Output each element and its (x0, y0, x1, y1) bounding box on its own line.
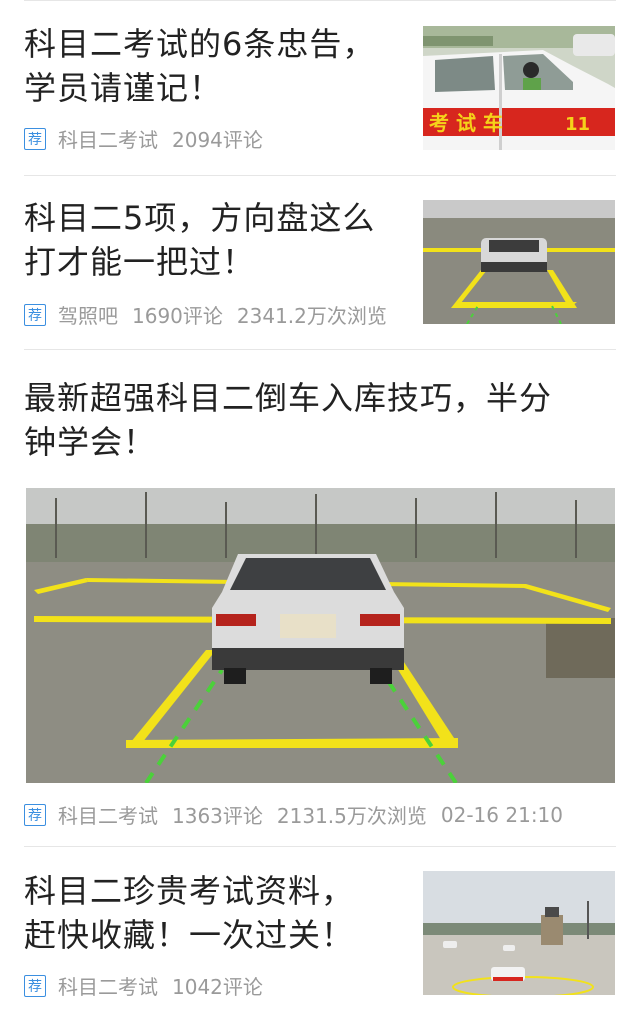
article-title[interactable]: 最新超强科目二倒车入库技巧，半分 钟学会！ (24, 376, 552, 464)
comment-count: 2094评论 (172, 128, 263, 152)
article-meta: 荐 驾照吧 1690评论 2341.2万次浏览 (24, 300, 401, 329)
article-source: 科目二考试 (58, 804, 158, 828)
comment-count: 1042评论 (172, 975, 263, 999)
recommend-tag: 荐 (24, 803, 46, 826)
comment-count: 1363评论 (172, 804, 263, 828)
view-count: 2131.5万次浏览 (276, 804, 427, 828)
recommend-tag: 荐 (24, 303, 46, 326)
recommend-tag: 荐 (24, 127, 46, 150)
article-title[interactable]: 科目二珍贵考试资料， 赶快收藏！一次过关！ (24, 869, 354, 957)
article-title[interactable]: 科目二5项，方向盘这么 打才能一把过！ (24, 196, 375, 284)
view-count: 2341.2万次浏览 (236, 304, 387, 328)
article-source: 驾照吧 (58, 304, 118, 328)
article-source: 科目二考试 (58, 128, 158, 152)
comment-count: 1690评论 (132, 304, 223, 328)
article-title[interactable]: 科目二考试的6条忠告， 学员请谨记！ (24, 22, 375, 110)
article-meta: 荐 科目二考试 1042评论 (24, 971, 277, 1000)
article-thumbnail[interactable]: 考 试 车 11 (423, 26, 615, 150)
article-source: 科目二考试 (58, 975, 158, 999)
article-thumbnail[interactable] (423, 200, 615, 324)
article-item[interactable]: 科目二5项，方向盘这么 打才能一把过！ 荐 驾照吧 1690评论 2341.2万… (0, 176, 640, 350)
exam-car-number: 11 (565, 114, 590, 135)
article-meta: 荐 科目二考试 1363评论 2131.5万次浏览 02-16 21:10 (24, 800, 577, 829)
article-meta: 荐 科目二考试 2094评论 (24, 124, 277, 153)
exam-car-label: 考 试 车 (429, 111, 503, 135)
recommend-tag: 荐 (24, 974, 46, 997)
article-large-image[interactable] (26, 488, 615, 783)
article-item[interactable]: 最新超强科目二倒车入库技巧，半分 钟学会！ 荐 科目二考试 1363评论 213… (0, 350, 640, 846)
article-item[interactable]: 科目二珍贵考试资料， 赶快收藏！一次过关！ 荐 科目二考试 1042评论 (0, 847, 640, 1009)
article-item[interactable]: 科目二考试的6条忠告， 学员请谨记！ 荐 科目二考试 2094评论 考 试 车 … (0, 0, 640, 176)
article-thumbnail[interactable] (423, 871, 615, 995)
publish-time: 02-16 21:10 (440, 802, 563, 827)
